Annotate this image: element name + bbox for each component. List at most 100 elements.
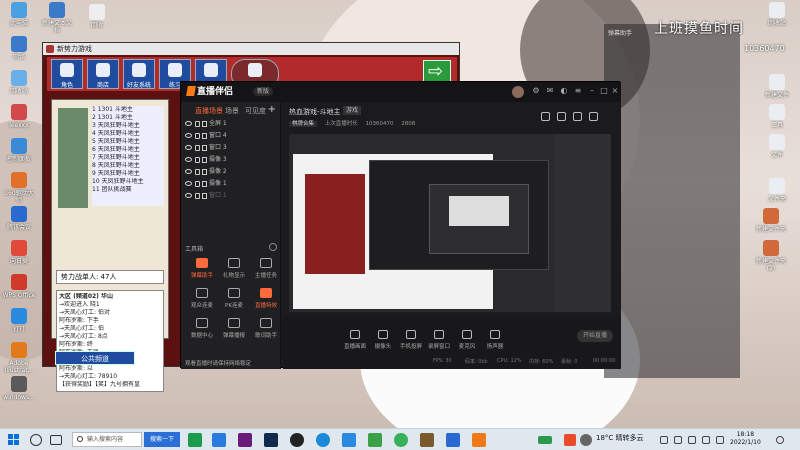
eye-icon[interactable] [185,133,192,138]
player-row[interactable]: 5 天凤狂野斗地主 [92,138,164,146]
desktop-icon[interactable]: 新建文件 [760,74,794,99]
eye-icon[interactable] [185,121,192,126]
desktop-icon[interactable]: 新建文件夹(2) [754,240,788,272]
game-shop-button[interactable]: 商店 [87,59,119,89]
tool-button[interactable]: 歌词助手 [251,318,281,339]
ime-icon[interactable] [702,436,710,444]
desktop-icon[interactable]: 网络 [2,36,36,61]
tool-button[interactable]: PK连麦 [219,288,249,309]
tool-button[interactable]: 数据中心 [187,318,217,339]
volume-icon[interactable] [688,436,696,444]
tab-scene[interactable]: 场景 [225,106,239,116]
tray-up-icon[interactable] [660,436,668,444]
control-button[interactable]: 扬声器 [481,330,509,350]
player-row[interactable]: 9 天凤狂野斗地主 [92,170,164,178]
checkbox-icon[interactable] [202,181,207,187]
scene-item[interactable]: 摄像 1 [181,178,280,190]
keyboard-icon[interactable] [716,436,724,444]
desktop-icon[interactable]: 控制面板 [2,138,36,163]
tool-button[interactable]: 观众连麦 [187,288,217,309]
notification-icon[interactable] [776,436,784,444]
control-button[interactable]: 直播画面 [341,330,369,350]
settings-icon[interactable]: ⚙ [531,86,541,96]
player-row[interactable]: 4 天凤狂野斗地主 [92,130,164,138]
lock-icon[interactable] [195,157,200,163]
tool-button[interactable]: 主播任务 [251,258,281,279]
weather-widget[interactable]: 18°C 晴转多云 [596,433,644,443]
scene-item[interactable]: 全屏 1 [181,118,280,130]
clock[interactable]: 18:18 2022/1/10 [730,431,761,447]
stream-task-icon[interactable] [472,433,486,447]
desktop-icon[interactable]: 回收站 [2,70,36,95]
eye-icon[interactable] [185,193,192,198]
security-icon[interactable] [564,434,576,446]
desktop-icon[interactable]: leexxx [2,104,36,129]
eye-icon[interactable] [185,181,192,186]
minimize-icon[interactable]: – [587,86,597,96]
desktop-icon[interactable]: 新建文件夹 [754,208,788,233]
checkbox-icon[interactable] [202,169,207,175]
desktop-icon[interactable]: 文件 [760,134,794,159]
taskview-icon[interactable] [50,435,62,445]
eye-icon[interactable] [185,145,192,150]
game-task-icon[interactable] [420,433,434,447]
desktop-icon[interactable]: windows... [2,376,36,401]
skin-icon[interactable]: ◐ [559,86,569,96]
tab-scenes[interactable]: 直播场景 [195,106,223,116]
player-row[interactable]: 2 1301 斗地主 [92,114,164,122]
desktop-icon[interactable]: 文件夹 [760,178,794,203]
player-row[interactable]: 11 团队挑战赛 [92,186,164,194]
tool-button[interactable]: 礼物显示 [219,258,249,279]
tool-button[interactable]: 弹幕助手 [187,258,217,279]
scene-item[interactable]: 窗口 1 [181,190,280,202]
checkbox-icon[interactable] [202,145,207,151]
player-row[interactable]: 10 天凤狂野斗地主 [92,178,164,186]
game-role-button[interactable]: 角色 [51,59,83,89]
player-row[interactable]: 8 天凤狂野斗地主 [92,162,164,170]
bell-icon[interactable] [573,112,582,121]
lock-icon[interactable] [195,121,200,127]
desktop-icon[interactable]: WPS Office [2,274,36,299]
premiere-icon[interactable] [238,433,252,447]
avatar[interactable] [512,86,524,98]
lock-icon[interactable] [557,112,566,121]
checkbox-icon[interactable] [202,193,207,199]
room-category[interactable]: 棋牌合集 [289,121,318,127]
gift-icon[interactable] [541,112,550,121]
edge-icon[interactable] [316,433,330,447]
arrow-app-icon[interactable] [368,433,382,447]
scene-item[interactable]: 摄像 2 [181,166,280,178]
app-icon-1[interactable] [188,433,202,447]
scene-item[interactable]: 窗口 3 [181,142,280,154]
message-icon[interactable]: ✉ [545,86,555,96]
desktop-icon[interactable]: Adobe Illustrat... [2,342,36,374]
close-icon[interactable]: × [610,86,620,96]
scene-item[interactable]: 摄像 3 [181,154,280,166]
player-row[interactable]: 1 1301 斗地主 [92,106,164,114]
windows-start-icon[interactable] [8,434,20,446]
browser-icon[interactable] [342,433,356,447]
tray-app-icon[interactable] [580,434,592,446]
qq-icon[interactable] [290,433,304,447]
control-button[interactable]: 摄像头 [369,330,397,350]
cortana-icon[interactable] [30,434,42,446]
checkbox-icon[interactable] [202,133,207,139]
game-friends-button[interactable]: 好友系统 [123,59,155,89]
lock-icon[interactable] [195,193,200,199]
checkbox-icon[interactable] [202,121,207,127]
desktop-icon[interactable]: 360驱动大师 [2,172,36,204]
lock-icon[interactable] [195,133,200,139]
share-icon[interactable] [589,112,598,121]
player-row[interactable]: 7 天凤狂野斗地主 [92,154,164,162]
stream-preview[interactable] [289,134,611,312]
player-row[interactable]: 6 天凤狂野斗地主 [92,146,164,154]
tools-expand-icon[interactable] [269,243,277,251]
desktop-icon[interactable]: 向日葵 [2,240,36,265]
desktop-icon[interactable]: 工具 [760,104,794,129]
eye-icon[interactable] [185,157,192,162]
stream-app-window[interactable]: 直播伴侣 新版 ⚙ ✉ ◐ ≡ – □ × 直播场景 场景 可见度 + 全屏 1… [180,81,621,369]
control-button[interactable]: 手机投屏 [397,330,425,350]
app-icon-3[interactable] [446,433,460,447]
lock-icon[interactable] [195,145,200,151]
scene-item[interactable]: 窗口 4 [181,130,280,142]
